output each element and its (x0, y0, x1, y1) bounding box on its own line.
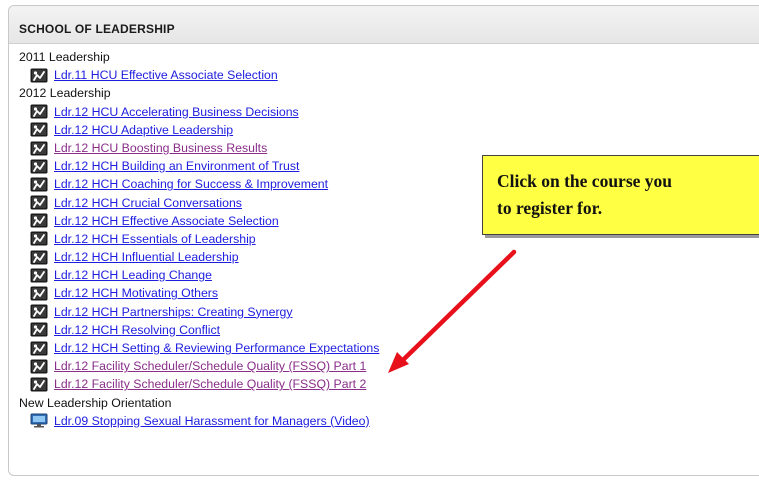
leadership-course-icon (30, 377, 48, 392)
course-item: Ldr.12 HCU Accelerating Business Decisio… (19, 103, 759, 121)
course-link[interactable]: Ldr.12 HCU Accelerating Business Decisio… (54, 103, 299, 121)
course-item: Ldr.12 HCH Motivating Others (19, 284, 759, 302)
course-link[interactable]: Ldr.12 HCH Crucial Conversations (54, 194, 242, 212)
course-link[interactable]: Ldr.12 HCH Influential Leadership (54, 248, 239, 266)
leadership-course-icon (30, 122, 48, 137)
course-link[interactable]: Ldr.12 HCH Setting & Reviewing Performan… (54, 339, 379, 357)
course-link[interactable]: Ldr.12 Facility Scheduler/Schedule Quali… (54, 357, 366, 375)
leadership-course-icon (30, 304, 48, 319)
course-item: Ldr.12 HCH Setting & Reviewing Performan… (19, 339, 759, 357)
leadership-course-icon (30, 195, 48, 210)
course-item: Ldr.12 HCH Leading Change (19, 266, 759, 284)
course-item: Ldr.12 Facility Scheduler/Schedule Quali… (19, 375, 759, 393)
leadership-course-icon (30, 231, 48, 246)
course-link[interactable]: Ldr.12 HCH Resolving Conflict (54, 321, 220, 339)
course-item: Ldr.12 HCH Resolving Conflict (19, 321, 759, 339)
course-link[interactable]: Ldr.12 HCH Essentials of Leadership (54, 230, 256, 248)
course-link[interactable]: Ldr.12 HCH Effective Associate Selection (54, 212, 279, 230)
course-item: Ldr.12 HCH Partnerships: Creating Synerg… (19, 303, 759, 321)
course-list: 2011 Leadership Ldr.11 HCU Effective Asso… (9, 44, 759, 430)
course-link[interactable]: Ldr.12 HCU Adaptive Leadership (54, 121, 233, 139)
leadership-course-icon (30, 177, 48, 192)
group-label: 2011 Leadership (19, 50, 110, 64)
course-link[interactable]: Ldr.11 HCU Effective Associate Selection (54, 66, 278, 84)
instruction-callout: Click on the course you to register for. (482, 155, 759, 235)
leadership-course-icon (30, 159, 48, 174)
course-link[interactable]: Ldr.12 HCH Building an Environment of Tr… (54, 157, 299, 175)
group-label: 2012 Leadership (19, 86, 111, 101)
course-link[interactable]: Ldr.12 HCU Boosting Business Results (54, 139, 267, 157)
course-link[interactable]: Ldr.12 Facility Scheduler/Schedule Quali… (54, 375, 366, 393)
course-link[interactable]: Ldr.12 HCH Motivating Others (54, 284, 218, 302)
leadership-course-icon (30, 359, 48, 374)
leadership-course-icon (30, 104, 48, 119)
leadership-course-icon (30, 322, 48, 337)
leadership-course-icon (30, 213, 48, 228)
course-item: Ldr.09 Stopping Sexual Harassment for Ma… (19, 412, 759, 430)
course-item: Ldr.11 HCU Effective Associate Selection (19, 66, 759, 84)
leadership-course-icon (30, 68, 48, 83)
course-link[interactable]: Ldr.12 HCH Leading Change (54, 266, 212, 284)
leadership-course-icon (30, 141, 48, 156)
leadership-course-icon (30, 250, 48, 265)
course-link[interactable]: Ldr.12 HCH Partnerships: Creating Synerg… (54, 303, 293, 321)
course-item: Ldr.12 Facility Scheduler/Schedule Quali… (19, 357, 759, 375)
school-of-leadership-panel: SCHOOL OF LEADERSHIP 2011 Leadership Ldr.… (8, 5, 759, 476)
group-label: New Leadership Orientation (19, 395, 172, 410)
course-item: Ldr.12 HCU Adaptive Leadership (19, 121, 759, 139)
course-link[interactable]: Ldr.12 HCH Coaching for Success & Improv… (54, 175, 328, 193)
leadership-course-icon (30, 286, 48, 301)
course-link[interactable]: Ldr.09 Stopping Sexual Harassment for Ma… (54, 412, 370, 430)
panel-title: SCHOOL OF LEADERSHIP (9, 6, 759, 44)
leadership-course-icon (30, 341, 48, 356)
video-course-icon (30, 413, 48, 428)
course-item: Ldr.12 HCH Influential Leadership (19, 248, 759, 266)
leadership-course-icon (30, 268, 48, 283)
